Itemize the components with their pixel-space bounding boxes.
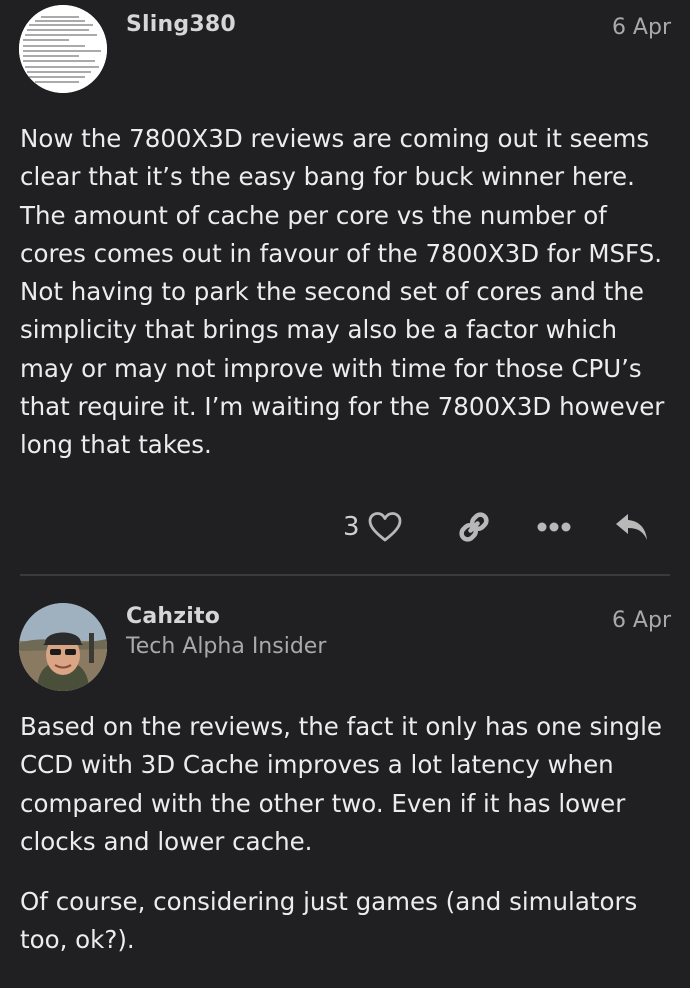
post: Cahzito Tech Alpha Insider 6 Apr Based o…: [0, 576, 690, 988]
post-date[interactable]: 6 Apr: [612, 608, 671, 633]
link-icon: [456, 509, 492, 545]
like-button[interactable]: 3: [343, 505, 402, 549]
username[interactable]: Sling380: [126, 12, 236, 37]
code-screenshot-avatar-icon: [19, 5, 107, 93]
post-paragraph: Now the 7800X3D reviews are coming out i…: [20, 124, 665, 460]
reply-button[interactable]: [614, 505, 650, 549]
post-paragraph: Based on the reviews, the fact it only h…: [20, 712, 662, 856]
post-date[interactable]: 6 Apr: [612, 15, 671, 40]
heart-icon: [368, 511, 402, 543]
avatar[interactable]: [19, 603, 107, 691]
more-icon: [537, 521, 571, 533]
share-link-button[interactable]: [456, 505, 492, 549]
post-paragraph: Of course, considering just games (and s…: [20, 887, 638, 955]
reply-icon: [614, 511, 650, 543]
avatar[interactable]: [19, 5, 107, 93]
post-actions: 3: [0, 505, 690, 549]
post-body: Based on the reviews, the fact it only h…: [20, 708, 678, 960]
more-button[interactable]: [537, 505, 571, 549]
username[interactable]: Cahzito: [126, 604, 220, 629]
post: Sling380 6 Apr Now the 7800X3D reviews a…: [0, 0, 690, 575]
user-title: Tech Alpha Insider: [126, 634, 327, 659]
user-photo-avatar-icon: [19, 603, 107, 691]
post-body: Now the 7800X3D reviews are coming out i…: [20, 120, 678, 465]
like-count: 3: [343, 512, 360, 542]
